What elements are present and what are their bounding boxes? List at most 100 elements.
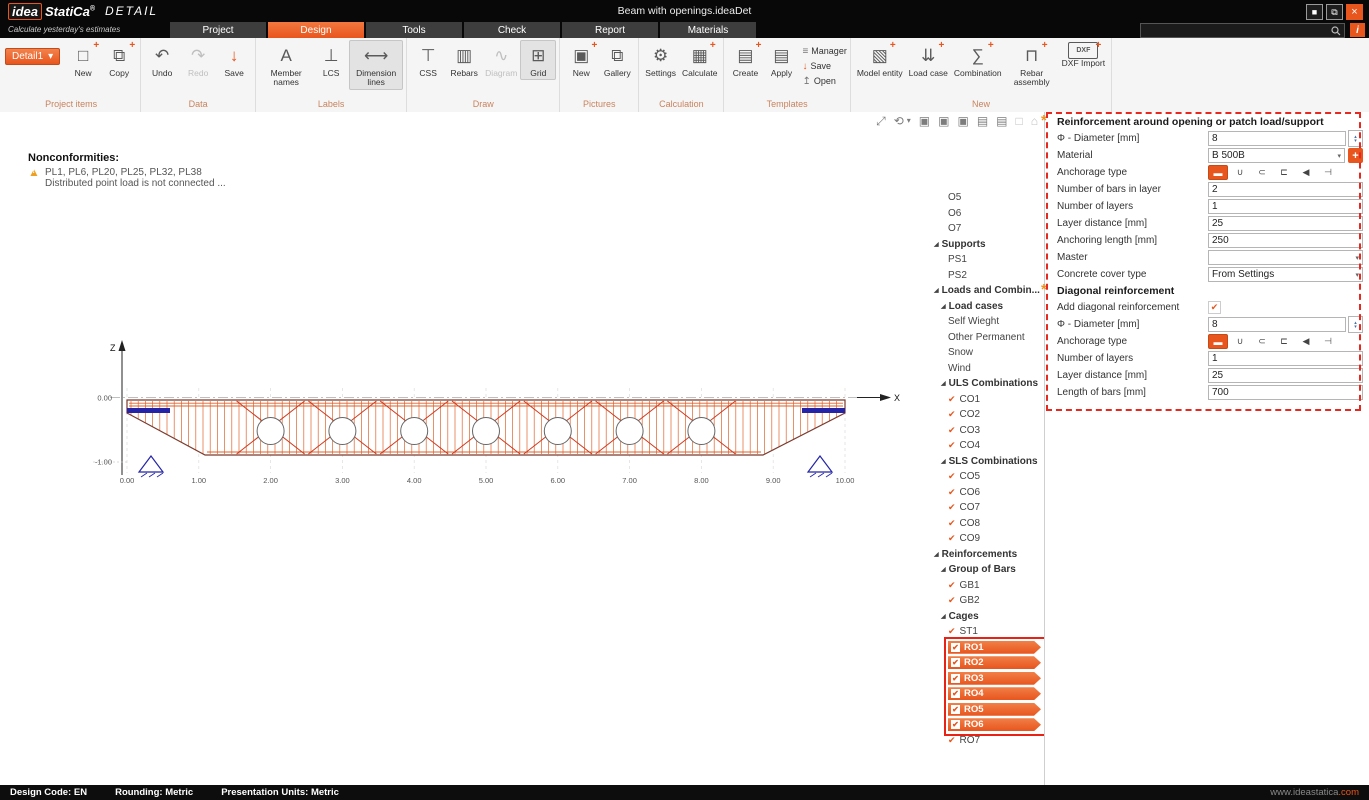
layers-back-icon[interactable]: ▤: [996, 114, 1007, 128]
tree-item-co4[interactable]: ✔CO4: [928, 438, 1046, 454]
ribbon-new-button[interactable]: ▣+New: [563, 40, 599, 80]
stepper-buttons[interactable]: ▴▾: [1348, 130, 1363, 147]
prop-select[interactable]: ▾: [1208, 250, 1363, 265]
layers-front-icon[interactable]: ▤: [977, 114, 988, 128]
ribbon-settings-button[interactable]: ⚙Settings: [642, 40, 679, 80]
tree-item-sls-combinations[interactable]: ◢SLS Combinations: [928, 454, 1046, 470]
tree-expander-icon[interactable]: ◢: [941, 380, 946, 387]
tree-item-ro4[interactable]: ✔RO4: [928, 686, 1046, 702]
tree-item-gb1[interactable]: ✔GB1: [928, 578, 1046, 594]
checkmark-icon[interactable]: ✔: [948, 425, 956, 436]
fit-view-icon[interactable]: ⤢: [876, 114, 886, 128]
checkmark-icon[interactable]: ✔: [948, 595, 956, 606]
selected-cage-flag[interactable]: ✔RO5: [948, 703, 1041, 716]
tree-item-o5[interactable]: O5: [928, 190, 1046, 206]
tab-check[interactable]: Check: [464, 22, 560, 38]
checkbox-icon[interactable]: ✔: [951, 720, 960, 729]
ribbon-model-entity-button[interactable]: ▧+Model entity: [854, 40, 906, 80]
checkmark-icon[interactable]: ✔: [948, 487, 956, 498]
tree-item-o6[interactable]: O6: [928, 206, 1046, 222]
ribbon-gallery-button[interactable]: ⧉Gallery: [599, 40, 635, 80]
ribbon-undo-button[interactable]: ↶Undo: [144, 40, 180, 80]
close-button[interactable]: ×: [1346, 4, 1363, 20]
ribbon-copy-button[interactable]: ⧉+Copy: [101, 40, 137, 80]
tree-item-supports[interactable]: ◢Supports: [928, 237, 1046, 253]
tab-report[interactable]: Report: [562, 22, 658, 38]
tree-item-load-cases[interactable]: ◢Load cases: [928, 299, 1046, 315]
minimize-button[interactable]: ■: [1306, 4, 1323, 20]
checkmark-icon[interactable]: ✔: [948, 626, 956, 637]
prop-input[interactable]: 700: [1208, 385, 1363, 400]
ribbon-create-button[interactable]: ▤+Create: [727, 40, 763, 80]
ribbon-dxf-import-button[interactable]: DXF+DXF Import: [1059, 40, 1108, 70]
prop-input[interactable]: 1: [1208, 351, 1363, 366]
ribbon-rebars-button[interactable]: ▥Rebars: [446, 40, 482, 80]
tree-item-co2[interactable]: ✔CO2: [928, 407, 1046, 423]
tree-expander-icon[interactable]: ◢: [934, 551, 939, 558]
checkmark-icon[interactable]: ✔: [948, 502, 956, 513]
tree-item-co8[interactable]: ✔CO8: [928, 516, 1046, 532]
anchorage-option-2-icon[interactable]: ⊂: [1252, 334, 1272, 349]
anchorage-option-1-icon[interactable]: ∪: [1230, 165, 1250, 180]
anchorage-option-1-icon[interactable]: ∪: [1230, 334, 1250, 349]
ribbon-css-button[interactable]: ⊤CSS: [410, 40, 446, 80]
checkmark-icon[interactable]: ✔: [948, 471, 956, 482]
checkmark-icon[interactable]: ✔: [948, 533, 956, 544]
prop-input[interactable]: 25: [1208, 368, 1363, 383]
tree-expander-icon[interactable]: ◢: [941, 303, 946, 310]
selected-cage-flag[interactable]: ✔RO2: [948, 656, 1041, 669]
ribbon-combination-button[interactable]: ∑+Combination: [951, 40, 1005, 80]
prop-checkbox[interactable]: ✔: [1208, 301, 1221, 314]
tree-item-co3[interactable]: ✔CO3: [928, 423, 1046, 439]
tree-item-o7[interactable]: O7: [928, 221, 1046, 237]
tree-item-ro6[interactable]: ✔RO6: [928, 717, 1046, 733]
tab-design[interactable]: Design: [268, 22, 364, 38]
prop-select[interactable]: B 500B▾: [1208, 148, 1345, 163]
ribbon-save-button[interactable]: ↓Save: [216, 40, 252, 80]
tree-item-loads-and-combin[interactable]: ◢Loads and Combin...: [928, 283, 1046, 299]
tree-item-co7[interactable]: ✔CO7: [928, 500, 1046, 516]
anchorage-option-3-icon[interactable]: ⊏: [1274, 334, 1294, 349]
prop-input[interactable]: 1: [1208, 199, 1363, 214]
tree-item-co1[interactable]: ✔CO1: [928, 392, 1046, 408]
ribbon-member-names-button[interactable]: AMember names: [259, 40, 313, 90]
add-material-button[interactable]: +: [1348, 148, 1363, 163]
rotate-view-icon[interactable]: ⟲: [894, 114, 904, 128]
ribbon-save-button[interactable]: ↓Save: [802, 60, 846, 72]
anchorage-option-0-icon[interactable]: ▬: [1208, 334, 1228, 349]
screenshot-3d-icon[interactable]: ▣: [938, 114, 949, 128]
website-link[interactable]: www.ideastatica.com: [1270, 787, 1359, 798]
prop-input[interactable]: 8: [1208, 131, 1346, 146]
tree-item-ro3[interactable]: ✔RO3: [928, 671, 1046, 687]
tab-project[interactable]: Project: [170, 22, 266, 38]
search-input[interactable]: [1140, 23, 1345, 38]
tree-expander-icon[interactable]: ◢: [941, 458, 946, 465]
ribbon-apply-button[interactable]: ▤Apply: [763, 40, 799, 80]
info-button[interactable]: i: [1350, 23, 1365, 37]
tree-item-co6[interactable]: ✔CO6: [928, 485, 1046, 501]
tree-item-st1[interactable]: ✔ST1: [928, 624, 1046, 640]
tree-item-uls-combinations[interactable]: ◢ULS Combinations: [928, 376, 1046, 392]
checkmark-icon[interactable]: ✔: [948, 580, 956, 591]
anchorage-option-4-icon[interactable]: ◀: [1296, 165, 1316, 180]
checkmark-icon[interactable]: ✔: [948, 518, 956, 529]
prop-input[interactable]: 2: [1208, 182, 1363, 197]
tree-item-ps1[interactable]: PS1: [928, 252, 1046, 268]
ribbon-rebar-assembly-button[interactable]: ⊓+Rebar assembly: [1005, 40, 1059, 90]
checkbox-icon[interactable]: ✔: [951, 705, 960, 714]
tree-item-other-permanent[interactable]: Other Permanent: [928, 330, 1046, 346]
picture-frame-icon[interactable]: ▣: [957, 114, 968, 128]
maximize-button[interactable]: ⧉: [1326, 4, 1343, 20]
tab-materials[interactable]: Materials: [660, 22, 756, 38]
screenshot-2d-icon[interactable]: ▣: [919, 114, 930, 128]
tree-item-gb2[interactable]: ✔GB2: [928, 593, 1046, 609]
prop-input[interactable]: 25: [1208, 216, 1363, 231]
ribbon-open-button[interactable]: ↥Open: [802, 75, 846, 87]
checkmark-icon[interactable]: ✔: [948, 409, 956, 420]
stepper-buttons[interactable]: ▴▾: [1348, 316, 1363, 333]
anchorage-option-3-icon[interactable]: ⊏: [1274, 165, 1294, 180]
tree-item-ro5[interactable]: ✔RO5: [928, 702, 1046, 718]
selected-cage-flag[interactable]: ✔RO4: [948, 687, 1041, 700]
tree-expander-icon[interactable]: ◢: [941, 613, 946, 620]
checkmark-icon[interactable]: ✔: [948, 394, 956, 405]
